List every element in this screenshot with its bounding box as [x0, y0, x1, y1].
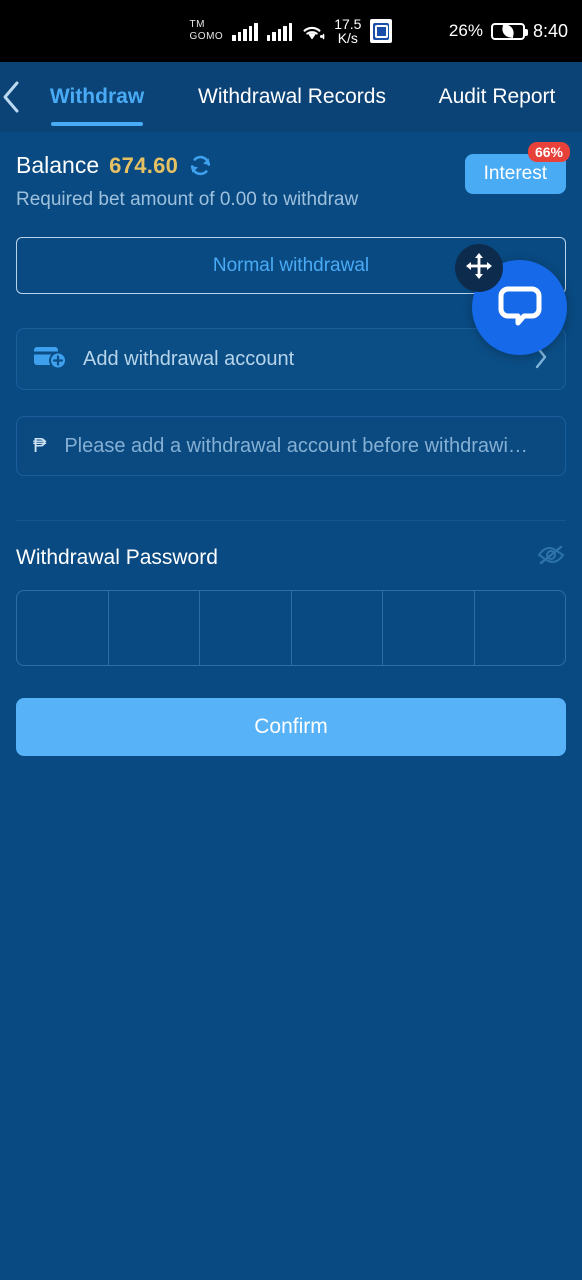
data-rate-value: 17.5 [334, 16, 362, 32]
interest-button[interactable]: Interest 66% [464, 142, 570, 194]
carrier-name: TM GOMO [190, 19, 224, 43]
amount-input-placeholder: Please add a withdrawal account before w… [64, 434, 528, 457]
add-account-label: Add withdrawal account [83, 347, 295, 370]
password-header: Withdrawal Password [0, 543, 582, 572]
carrier-line-2: GOMO [189, 31, 224, 42]
tab-withdrawal-records[interactable]: Withdrawal Records [172, 62, 412, 132]
signal-bars-icon-2 [266, 22, 293, 41]
carrier-line-1: TM [189, 19, 205, 30]
pin-cell[interactable] [109, 591, 200, 665]
data-rate: 17.5 K/s [334, 17, 361, 45]
notification-app-icon [370, 19, 393, 43]
data-rate-unit: K/s [337, 30, 358, 46]
pin-cell[interactable] [475, 591, 566, 665]
battery-percent: 26% [448, 21, 483, 40]
drag-handle-button[interactable] [455, 244, 503, 292]
app-screen: TM GOMO 17.5 K/s 26% 8:40 Withdraw Withd… [0, 0, 582, 1280]
wifi-icon [301, 22, 325, 41]
pin-section [16, 590, 566, 666]
amount-section: ₱ Please add a withdrawal account before… [0, 390, 582, 476]
signal-bars-icon-1 [232, 22, 258, 41]
pin-cell[interactable] [292, 591, 383, 665]
pin-cell[interactable] [200, 591, 292, 665]
battery-icon [490, 22, 528, 40]
balance-label: Balance [16, 152, 100, 178]
balance-amount: 674.60 [109, 152, 179, 178]
top-nav-bar: Withdraw Withdrawal Records Audit Report [0, 62, 582, 132]
pin-cell[interactable] [17, 591, 109, 665]
interest-badge: 66% [527, 142, 570, 162]
chat-bubble-icon [494, 279, 546, 336]
normal-withdrawal-label: Normal withdrawal [212, 254, 370, 276]
password-pin-input[interactable] [16, 590, 566, 666]
pin-cell[interactable] [383, 591, 475, 665]
refresh-icon[interactable] [188, 153, 213, 178]
balance-section: Balance 674.60 Required bet amount of 0.… [0, 132, 582, 229]
chevron-left-icon [0, 80, 22, 114]
withdrawal-password-label: Withdrawal Password [16, 545, 218, 569]
confirm-section: Confirm [0, 666, 582, 756]
amount-field-row[interactable]: ₱ Please add a withdrawal account before… [16, 416, 566, 476]
card-add-icon [33, 343, 67, 376]
interest-label: Interest [483, 163, 547, 184]
move-handle-icon [464, 251, 494, 286]
tab-bar: Withdraw Withdrawal Records Audit Report [22, 62, 582, 132]
status-bar: TM GOMO 17.5 K/s 26% 8:40 [0, 0, 582, 62]
eye-slash-icon[interactable] [536, 543, 566, 572]
clock: 8:40 [532, 20, 568, 41]
section-divider [16, 520, 566, 521]
tab-withdraw[interactable]: Withdraw [22, 62, 172, 132]
confirm-button[interactable]: Confirm [16, 698, 566, 756]
status-bar-right: 26% 8:40 [449, 0, 568, 62]
tab-audit-report[interactable]: Audit Report [412, 62, 582, 132]
peso-currency-icon: ₱ [33, 434, 47, 457]
back-button[interactable] [0, 62, 22, 132]
